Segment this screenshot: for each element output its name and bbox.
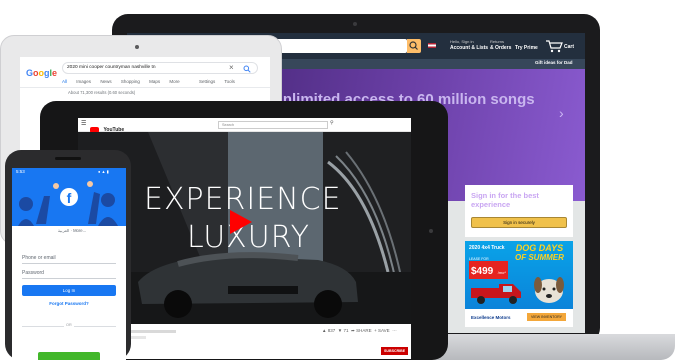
tablet-camera xyxy=(135,45,139,49)
signin-title: Sign in for the best experience xyxy=(471,191,539,209)
ad-price: $499 /mo* xyxy=(469,261,508,279)
results-count: About 71,300 results (0.60 seconds) xyxy=(68,90,136,95)
settings-link[interactable]: Settings xyxy=(199,79,215,84)
google-logo[interactable]: Google xyxy=(26,63,57,81)
language-selector[interactable]: العربية · More... xyxy=(32,228,112,233)
youtube-header: ☰ YouTube Search ⚲ xyxy=(78,118,411,133)
menu-icon[interactable]: ☰ xyxy=(81,121,86,127)
share-icon: ➦ xyxy=(351,328,355,333)
or-label: OR xyxy=(64,323,74,327)
login-button[interactable]: Log In xyxy=(22,285,116,296)
tools-link[interactable]: Tools xyxy=(224,79,235,84)
dog-image xyxy=(534,277,564,303)
youtube-search-input[interactable]: Search xyxy=(218,121,328,129)
chevron-right-icon[interactable]: › xyxy=(559,105,564,121)
orders-link[interactable]: Returns & Orders xyxy=(490,39,511,51)
amazon-search-button[interactable] xyxy=(407,39,421,53)
thumb-up-icon: ▲ xyxy=(322,328,327,333)
save-icon: + xyxy=(374,328,377,333)
google-tabs: All Images News Shopping Maps More Setti… xyxy=(62,79,267,84)
tab-all[interactable]: All xyxy=(62,79,67,84)
tablet-camera xyxy=(429,229,433,233)
share-button[interactable]: ➦ SHARE xyxy=(351,328,372,333)
prime-link[interactable]: Try Prime xyxy=(515,45,538,51)
facebook-hero: 5:53 ● ▲ ▮ f xyxy=(12,168,126,226)
deals-link[interactable]: Gift ideas for Dad xyxy=(535,60,573,65)
tab-maps[interactable]: Maps xyxy=(149,79,160,84)
thumb-down-icon: ▼ xyxy=(337,328,343,333)
close-icon[interactable]: × xyxy=(229,63,234,72)
email-field[interactable]: Phone or email xyxy=(22,252,116,264)
signin-card: Sign in for the best experience Sign in … xyxy=(465,185,573,237)
truck-image xyxy=(471,284,521,304)
search-icon[interactable]: ⚲ xyxy=(330,120,334,126)
ad-headline: DOG DAYS OF SUMMER xyxy=(515,243,564,262)
ad-dealer: Excellence Motors xyxy=(471,315,511,320)
dislike-button[interactable]: ▼ 71 xyxy=(338,328,349,333)
subscribe-button[interactable]: SUBSCRIBE xyxy=(381,347,409,355)
cart-label: Cart xyxy=(564,44,575,50)
facebook-page: 5:53 ● ▲ ▮ f العربية · More... Phone or … xyxy=(12,168,126,360)
account-menu[interactable]: Hello, Sign in Account & Lists xyxy=(450,39,488,51)
tab-shopping[interactable]: Shopping xyxy=(121,79,140,84)
search-icon[interactable] xyxy=(243,65,251,73)
signin-button[interactable]: Sign in securely xyxy=(471,217,567,228)
tabs-divider xyxy=(20,87,270,88)
ad-cta-button[interactable]: VIEW INVENTORY xyxy=(527,313,567,321)
like-button[interactable]: ▲ 837 xyxy=(322,328,335,333)
save-button[interactable]: + SAVE xyxy=(374,328,390,333)
laptop-camera xyxy=(353,22,357,26)
cart-icon xyxy=(546,40,563,53)
facebook-logo-icon[interactable]: f xyxy=(60,188,78,206)
ad-product: 2020 4x4 Truck xyxy=(469,245,505,251)
tab-images[interactable]: Images xyxy=(76,79,91,84)
flag-icon[interactable] xyxy=(428,43,436,48)
play-button[interactable] xyxy=(230,210,252,234)
more-icon[interactable]: ⋯ xyxy=(392,328,397,333)
phone-speaker xyxy=(55,157,81,160)
video-actions: ▲ 837 ▼ 71 ➦ SHARE + SAVE ⋯ xyxy=(322,328,397,334)
search-icon xyxy=(409,41,418,50)
cart-button[interactable]: Cart xyxy=(545,38,581,54)
create-account-button[interactable] xyxy=(38,352,100,360)
google-search-input[interactable]: 2020 mini cooper countryman nashville tn… xyxy=(62,62,258,74)
password-field[interactable]: Password xyxy=(22,267,116,279)
ad-footer: Excellence Motors VIEW INVENTORY xyxy=(465,309,573,327)
forgot-password-link[interactable]: Forgot Password? xyxy=(22,301,116,306)
tab-news[interactable]: News xyxy=(100,79,111,84)
truck-ad[interactable]: 2020 4x4 Truck LEASE FOR $499 /mo* DOG D… xyxy=(465,241,573,327)
tab-more[interactable]: More xyxy=(169,79,179,84)
